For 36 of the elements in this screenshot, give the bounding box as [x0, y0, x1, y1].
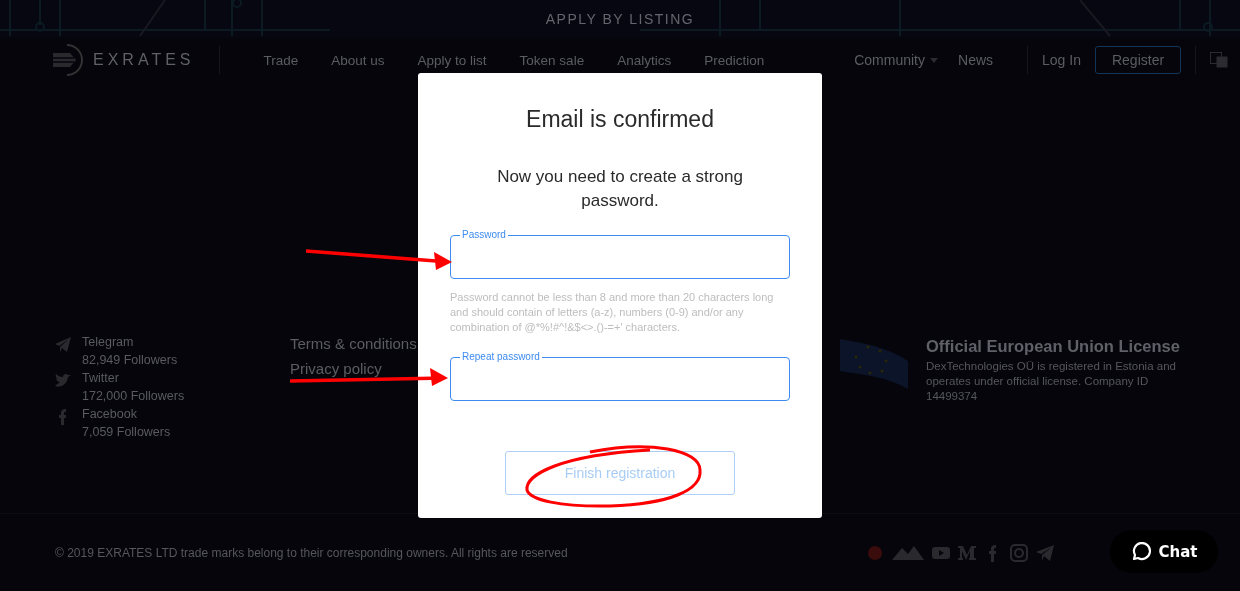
social-link[interactable]: Facebook: [82, 407, 171, 421]
caret-icon: [930, 57, 938, 63]
logo-text: EXRATES: [93, 51, 195, 69]
register-button[interactable]: Register: [1094, 46, 1182, 74]
license-text: DexTechnologies OÜ is registered in Estonia and operates under official license. Company ID 14499374: [926, 359, 1177, 404]
dialog-title: Email is confirmed: [526, 106, 714, 133]
instagram-icon[interactable]: [1009, 543, 1028, 562]
nav-link[interactable]: Analytics: [617, 52, 672, 68]
nav-link[interactable]: Prediction: [704, 52, 765, 68]
community-menu[interactable]: Community: [854, 52, 938, 68]
chat-button[interactable]: Chat: [1110, 530, 1218, 573]
chat-bubble-icon: [1130, 541, 1151, 562]
paper-plane-icon[interactable]: [55, 337, 71, 353]
logo-icon: [50, 43, 84, 77]
nav-link[interactable]: Apply to list: [417, 52, 487, 68]
followers-count: 82,949 Followers: [82, 353, 178, 367]
nav-link[interactable]: News: [958, 52, 994, 68]
nav-link[interactable]: About us: [331, 52, 385, 68]
social-link[interactable]: Twitter: [82, 371, 185, 385]
login-link[interactable]: Log In: [1042, 52, 1081, 68]
password-field[interactable]: Repeat password: [450, 351, 790, 401]
followers-count: 7,059 Followers: [82, 425, 171, 439]
nav-link[interactable]: Trade: [263, 52, 299, 68]
paper-plane-icon[interactable]: [1035, 543, 1054, 562]
license-title: Official European Union License: [926, 337, 1181, 356]
translate-icon[interactable]: [1210, 52, 1229, 68]
password-field[interactable]: Password: [450, 229, 790, 279]
nav-link[interactable]: Token sale: [519, 52, 585, 68]
bird-icon[interactable]: [55, 373, 71, 389]
followers-count: 172,000 Followers: [82, 389, 185, 403]
social-link[interactable]: Telegram: [82, 335, 178, 349]
copyright-text: © 2019 EXRATES LTD trade marks belong to their corresponding owners. All rights are reserved: [55, 545, 568, 560]
dialog-message: Now you need to create a strong password.: [496, 166, 744, 212]
password-hint: Password cannot be less than 8 and more than 20 characters long and should contain of letters (a-z), numbers (0-9) and/or any combination of @*%!#^!&$<>.()-=+' characters.: [450, 290, 775, 335]
banner-title: APPLY BY LISTING: [545, 11, 695, 27]
medium-icon[interactable]: [957, 543, 976, 562]
